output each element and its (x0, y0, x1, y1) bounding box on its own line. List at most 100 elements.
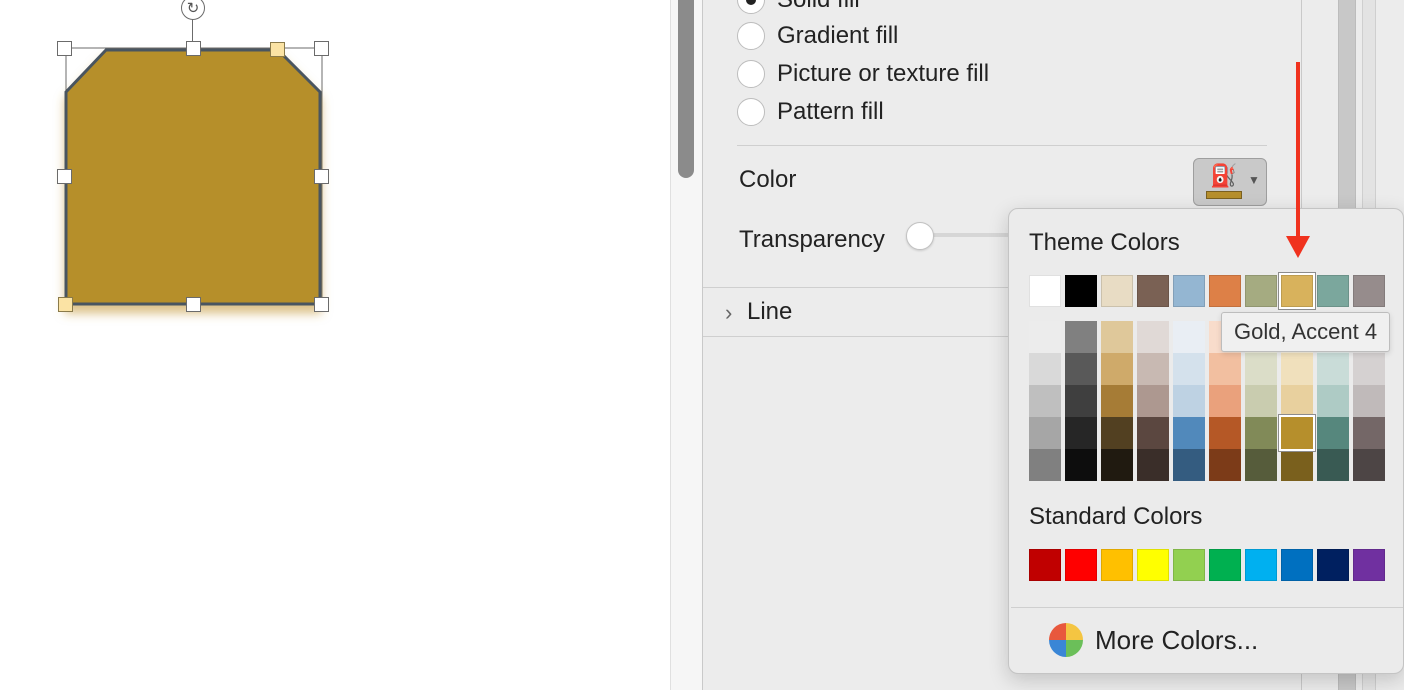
chevron-right-icon[interactable]: › (725, 300, 732, 326)
theme-color-swatch[interactable] (1353, 275, 1385, 307)
line-section-header[interactable]: Line (747, 298, 792, 326)
gradient-fill-option[interactable]: Gradient fill (737, 22, 898, 50)
solid-fill-radio[interactable] (737, 0, 765, 14)
color-tooltip: Gold, Accent 4 (1221, 312, 1391, 352)
fill-color-button[interactable]: ⛽ ▼ (1193, 158, 1267, 206)
theme-color-swatch[interactable] (1209, 275, 1241, 307)
tint-swatch[interactable] (1317, 353, 1349, 385)
tint-swatch[interactable] (1353, 449, 1385, 481)
tint-swatch[interactable] (1245, 449, 1277, 481)
tint-swatch[interactable] (1173, 449, 1205, 481)
picture-fill-radio[interactable] (737, 60, 765, 88)
tint-swatch[interactable] (1173, 385, 1205, 417)
theme-color-swatch[interactable] (1245, 275, 1277, 307)
tint-swatch[interactable] (1065, 353, 1097, 385)
tint-swatch[interactable] (1137, 321, 1169, 353)
tint-swatch[interactable] (1279, 415, 1315, 451)
resize-handle-bottom[interactable] (186, 297, 201, 312)
tint-swatch[interactable] (1137, 449, 1169, 481)
resize-handle-bottom-right[interactable] (314, 297, 329, 312)
standard-color-swatch[interactable] (1281, 549, 1313, 581)
resize-handle-right[interactable] (314, 169, 329, 184)
theme-color-swatch[interactable] (1317, 275, 1349, 307)
tint-swatch[interactable] (1029, 385, 1061, 417)
tint-swatch[interactable] (1029, 449, 1061, 481)
transparency-slider-knob[interactable] (906, 222, 934, 250)
pattern-fill-radio[interactable] (737, 98, 765, 126)
tint-swatch[interactable] (1281, 353, 1313, 385)
tint-swatch[interactable] (1245, 417, 1277, 449)
tint-swatch[interactable] (1101, 353, 1133, 385)
tint-swatch[interactable] (1317, 417, 1349, 449)
tint-swatch[interactable] (1353, 417, 1385, 449)
theme-color-swatch[interactable] (1029, 275, 1061, 307)
standard-color-swatch[interactable] (1173, 549, 1205, 581)
tint-swatch[interactable] (1245, 385, 1277, 417)
tint-swatch[interactable] (1065, 417, 1097, 449)
tint-swatch[interactable] (1029, 321, 1061, 353)
tint-swatch[interactable] (1173, 353, 1205, 385)
tint-swatch[interactable] (1173, 417, 1205, 449)
tint-swatch[interactable] (1209, 449, 1241, 481)
tint-swatch[interactable] (1137, 353, 1169, 385)
gradient-fill-radio[interactable] (737, 22, 765, 50)
resize-handle-top-left[interactable] (57, 41, 72, 56)
tint-swatch[interactable] (1173, 321, 1205, 353)
theme-color-swatch[interactable] (1173, 275, 1205, 307)
tint-swatch[interactable] (1281, 449, 1313, 481)
resize-handle-top[interactable] (186, 41, 201, 56)
adjust-handle-bottom[interactable] (58, 297, 73, 312)
resize-handle-top-right[interactable] (314, 41, 329, 56)
tint-swatch[interactable] (1353, 385, 1385, 417)
standard-color-swatch[interactable] (1065, 549, 1097, 581)
theme-color-swatch[interactable] (1101, 275, 1133, 307)
tint-swatch[interactable] (1065, 385, 1097, 417)
standard-color-swatch[interactable] (1245, 549, 1277, 581)
current-color-bar (1206, 191, 1242, 199)
divider (737, 145, 1267, 146)
tint-column (1101, 321, 1133, 481)
resize-handle-left[interactable] (57, 169, 72, 184)
tint-swatch[interactable] (1353, 353, 1385, 385)
transparency-label: Transparency (739, 226, 885, 253)
pattern-fill-option[interactable]: Pattern fill (737, 98, 884, 126)
theme-color-swatch[interactable] (1279, 273, 1315, 309)
tint-swatch[interactable] (1101, 417, 1133, 449)
standard-color-swatch[interactable] (1353, 549, 1385, 581)
tint-swatch[interactable] (1029, 353, 1061, 385)
tint-swatch[interactable] (1101, 385, 1133, 417)
tint-swatch[interactable] (1317, 385, 1349, 417)
tint-swatch[interactable] (1317, 449, 1349, 481)
adjust-handle-top[interactable] (270, 42, 285, 57)
tint-swatch[interactable] (1209, 353, 1241, 385)
picture-fill-option[interactable]: Picture or texture fill (737, 60, 989, 88)
tint-swatch[interactable] (1209, 385, 1241, 417)
standard-color-swatch[interactable] (1137, 549, 1169, 581)
theme-color-swatch[interactable] (1065, 275, 1097, 307)
tint-swatch[interactable] (1209, 417, 1241, 449)
standard-color-swatch[interactable] (1209, 549, 1241, 581)
tint-swatch[interactable] (1245, 353, 1277, 385)
tint-swatch[interactable] (1281, 385, 1313, 417)
tint-swatch[interactable] (1137, 417, 1169, 449)
tint-column (1065, 321, 1097, 481)
tint-swatch[interactable] (1065, 449, 1097, 481)
snipped-rectangle-shape[interactable] (64, 48, 322, 306)
standard-color-swatch[interactable] (1101, 549, 1133, 581)
color-wheel-icon (1049, 623, 1083, 657)
color-label: Color (739, 166, 797, 193)
tint-swatch[interactable] (1065, 321, 1097, 353)
tint-swatch[interactable] (1137, 385, 1169, 417)
slide-canvas[interactable]: ↻ (0, 0, 670, 690)
more-colors-button[interactable]: More Colors... (1049, 623, 1258, 657)
theme-color-swatch[interactable] (1137, 275, 1169, 307)
pane-scrollbar[interactable] (670, 0, 702, 690)
tint-swatch[interactable] (1101, 321, 1133, 353)
tint-swatch[interactable] (1029, 417, 1061, 449)
tint-swatch[interactable] (1101, 449, 1133, 481)
standard-color-swatch[interactable] (1029, 549, 1061, 581)
chevron-down-icon[interactable]: ▼ (1248, 173, 1260, 187)
pane-scroll-thumb[interactable] (678, 0, 694, 178)
solid-fill-option[interactable]: Solid fill (737, 0, 860, 14)
standard-color-swatch[interactable] (1317, 549, 1349, 581)
